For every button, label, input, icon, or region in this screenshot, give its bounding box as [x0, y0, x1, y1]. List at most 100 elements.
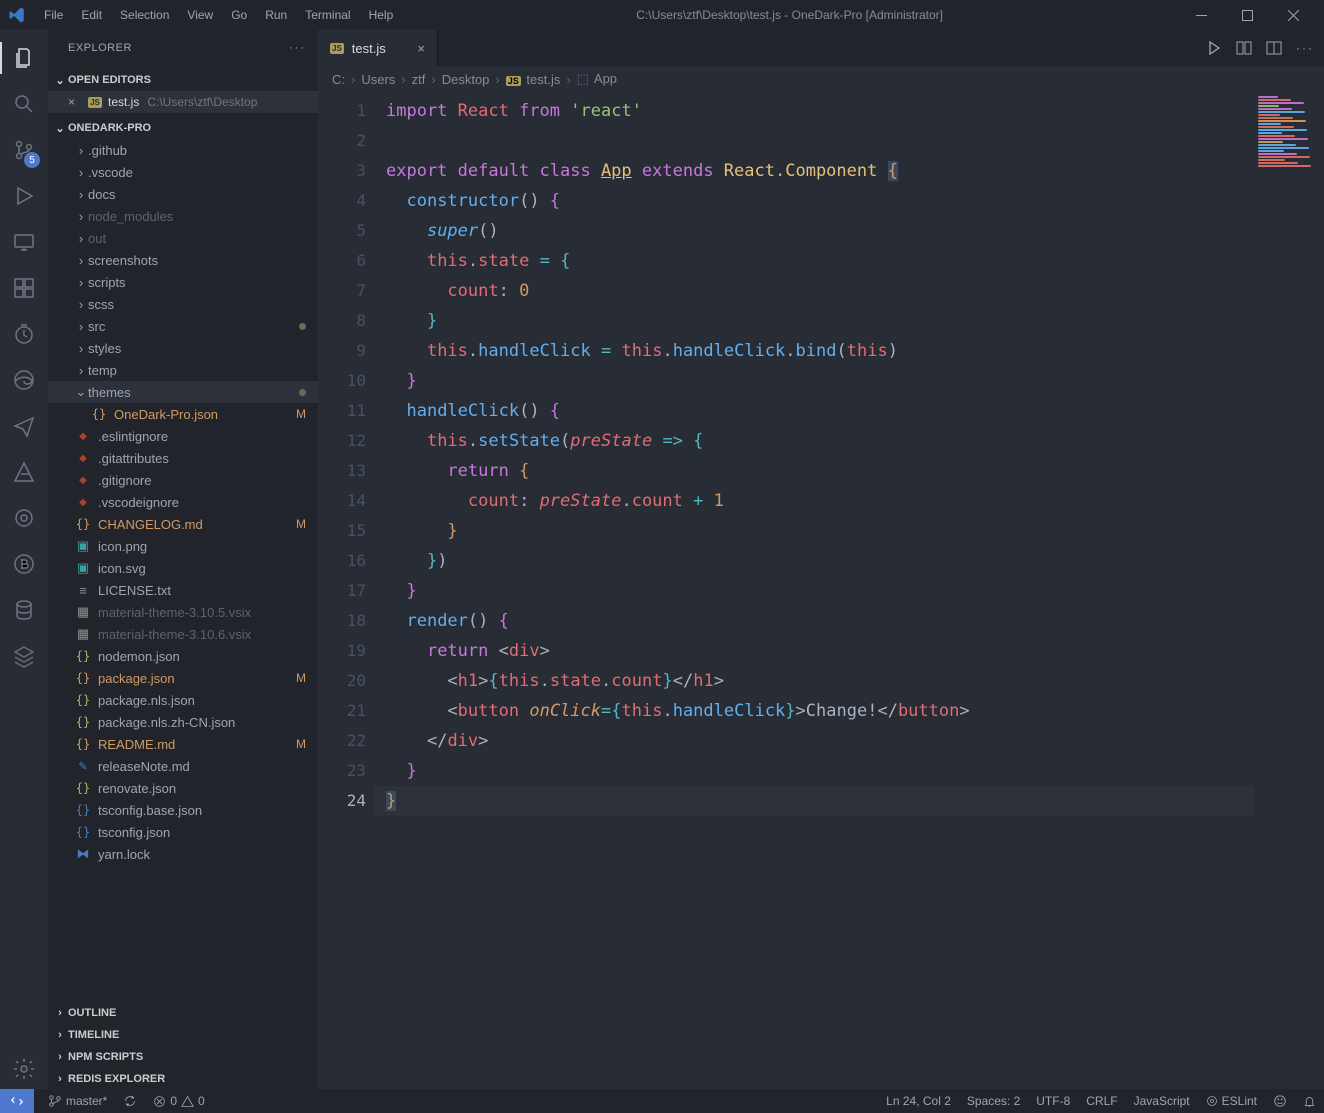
folder-temp[interactable]: ›temp	[48, 359, 318, 381]
breadcrumb-item[interactable]: Users	[361, 72, 395, 87]
code-line[interactable]: export default class App extends React.C…	[386, 156, 1254, 186]
file-material-theme-3-10-5-vsix[interactable]: material-theme-3.10.5.vsix	[48, 601, 318, 623]
activity-database-icon[interactable]	[0, 590, 48, 630]
run-icon[interactable]	[1206, 40, 1222, 56]
folder-docs[interactable]: ›docs	[48, 183, 318, 205]
breadcrumbs[interactable]: C:›Users›ztf›Desktop›JS test.js›⬚ App	[318, 66, 1324, 92]
language-mode[interactable]: JavaScript	[1126, 1094, 1198, 1108]
code-line[interactable]: this.state = {	[386, 246, 1254, 276]
file-material-theme-3-10-6-vsix[interactable]: material-theme-3.10.6.vsix	[48, 623, 318, 645]
code-line[interactable]: import React from 'react'	[386, 96, 1254, 126]
file-license-txt[interactable]: LICENSE.txt	[48, 579, 318, 601]
activity-timer-icon[interactable]	[0, 314, 48, 354]
activity-target-icon[interactable]	[0, 498, 48, 538]
code-line[interactable]	[386, 126, 1254, 156]
code-line[interactable]: return <div>	[386, 636, 1254, 666]
file-readme-md[interactable]: README.mdM	[48, 733, 318, 755]
folder-out[interactable]: ›out	[48, 227, 318, 249]
notifications-icon[interactable]	[1295, 1094, 1324, 1108]
code-line[interactable]: count: preState.count + 1	[386, 486, 1254, 516]
activity-settings-icon[interactable]	[0, 1049, 48, 1089]
remote-indicator[interactable]	[0, 1089, 34, 1113]
code-line[interactable]: </div>	[386, 726, 1254, 756]
code-line[interactable]: handleClick() {	[386, 396, 1254, 426]
menu-help[interactable]: Help	[361, 4, 402, 26]
code-line[interactable]: super()	[386, 216, 1254, 246]
folder-scripts[interactable]: ›scripts	[48, 271, 318, 293]
split-editor-icon[interactable]	[1266, 40, 1282, 56]
menu-selection[interactable]: Selection	[112, 4, 177, 26]
activity-layers-icon[interactable]	[0, 636, 48, 676]
code-line[interactable]: }	[386, 756, 1254, 786]
minimize-button[interactable]	[1178, 0, 1224, 30]
file--gitignore[interactable]: .gitignore	[48, 469, 318, 491]
file-tsconfig-base-json[interactable]: tsconfig.base.json	[48, 799, 318, 821]
folder-node-modules[interactable]: ›node_modules	[48, 205, 318, 227]
activity-extensions-icon[interactable]	[0, 268, 48, 308]
activity-remote-explorer-icon[interactable]	[0, 222, 48, 262]
code-line[interactable]: }	[386, 366, 1254, 396]
file--vscodeignore[interactable]: .vscodeignore	[48, 491, 318, 513]
section-outline[interactable]: ›OUTLINE	[48, 1001, 318, 1023]
activity-source-control-icon[interactable]: 5	[0, 130, 48, 170]
file-tsconfig-json[interactable]: tsconfig.json	[48, 821, 318, 843]
code-line[interactable]: }	[386, 306, 1254, 336]
split-horizontal-icon[interactable]	[1236, 40, 1252, 56]
code-line[interactable]: })	[386, 546, 1254, 576]
file-icon-png[interactable]: icon.png	[48, 535, 318, 557]
breadcrumb-item[interactable]: JS test.js	[506, 72, 561, 87]
code-line[interactable]: this.setState(preState => {	[386, 426, 1254, 456]
open-editor-item[interactable]: × test.js C:\Users\ztf\Desktop	[48, 91, 318, 113]
feedback-icon[interactable]	[1265, 1094, 1295, 1108]
section-npm-scripts[interactable]: ›NPM SCRIPTS	[48, 1045, 318, 1067]
file--eslintignore[interactable]: .eslintignore	[48, 425, 318, 447]
code-line[interactable]: <h1>{this.state.count}</h1>	[386, 666, 1254, 696]
menu-edit[interactable]: Edit	[73, 4, 110, 26]
file-package-nls-json[interactable]: package.nls.json	[48, 689, 318, 711]
folder-src[interactable]: ›src	[48, 315, 318, 337]
file-package-nls-zh-cn-json[interactable]: package.nls.zh-CN.json	[48, 711, 318, 733]
indentation[interactable]: Spaces: 2	[959, 1094, 1028, 1108]
code-area[interactable]: import React from 'react' export default …	[380, 92, 1254, 1089]
menu-run[interactable]: Run	[257, 4, 295, 26]
menu-file[interactable]: File	[36, 4, 71, 26]
folder--github[interactable]: ›.github	[48, 139, 318, 161]
folder-screenshots[interactable]: ›screenshots	[48, 249, 318, 271]
code-line[interactable]: }	[386, 786, 1254, 816]
menu-view[interactable]: View	[179, 4, 221, 26]
maximize-button[interactable]	[1224, 0, 1270, 30]
more-icon[interactable]: ···	[1296, 41, 1314, 55]
editor-tab[interactable]: test.js ×	[318, 30, 438, 66]
file-nodemon-json[interactable]: nodemon.json	[48, 645, 318, 667]
folder-themes[interactable]: ⌄themes	[48, 381, 318, 403]
close-button[interactable]	[1270, 0, 1316, 30]
section-timeline[interactable]: ›TIMELINE	[48, 1023, 318, 1045]
file-icon-svg[interactable]: icon.svg	[48, 557, 318, 579]
activity-edge-icon[interactable]	[0, 360, 48, 400]
section-redis-explorer[interactable]: ›REDIS EXPLORER	[48, 1067, 318, 1089]
folder-scss[interactable]: ›scss	[48, 293, 318, 315]
activity-search-icon[interactable]	[0, 84, 48, 124]
eslint-status[interactable]: ESLint	[1198, 1094, 1265, 1108]
code-line[interactable]: return {	[386, 456, 1254, 486]
menu-go[interactable]: Go	[223, 4, 255, 26]
file-onedark-pro-json[interactable]: OneDark-Pro.jsonM	[48, 403, 318, 425]
menu-terminal[interactable]: Terminal	[297, 4, 358, 26]
activity-run-debug-icon[interactable]	[0, 176, 48, 216]
activity-send-icon[interactable]	[0, 406, 48, 446]
file-renovate-json[interactable]: renovate.json	[48, 777, 318, 799]
close-icon[interactable]: ×	[417, 41, 425, 56]
breadcrumb-item[interactable]: ztf	[412, 72, 426, 87]
code-line[interactable]: render() {	[386, 606, 1254, 636]
sync-button[interactable]	[115, 1094, 145, 1108]
open-editors-section[interactable]: ⌄ OPEN EDITORS	[48, 69, 318, 91]
breadcrumb-item[interactable]: Desktop	[442, 72, 490, 87]
breadcrumb-item[interactable]: C:	[332, 72, 345, 87]
project-section-header[interactable]: ⌄ ONEDARK-PRO	[48, 117, 318, 139]
activity-explorer-icon[interactable]	[0, 38, 48, 78]
problems-indicator[interactable]: 0 0	[145, 1094, 212, 1108]
git-branch[interactable]: master*	[40, 1094, 115, 1108]
code-line[interactable]: constructor() {	[386, 186, 1254, 216]
code-line[interactable]: }	[386, 576, 1254, 606]
cursor-position[interactable]: Ln 24, Col 2	[878, 1094, 959, 1108]
